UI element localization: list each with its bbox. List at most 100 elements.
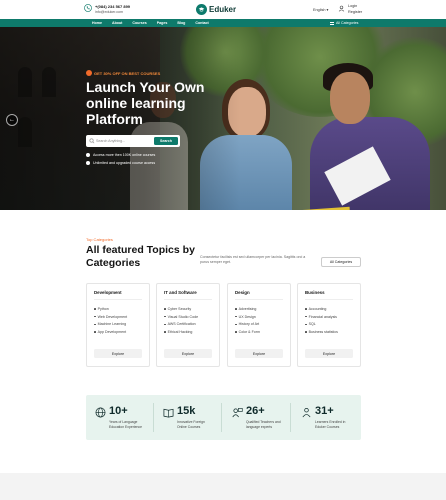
nav-blog[interactable]: Blog — [177, 21, 185, 25]
login-link[interactable]: Login — [348, 4, 357, 8]
stat-label: Eduker Courses — [315, 425, 340, 429]
check-icon — [86, 161, 90, 165]
main-nav: Home About Courses Pages Blog Contact Al… — [0, 19, 446, 27]
list-item-label: Financial analysis — [308, 314, 337, 319]
search-input[interactable]: Search Anything... — [96, 139, 125, 143]
offer-badge: GET 30% OFF ON BEST COURSES — [86, 70, 160, 76]
logo-icon — [196, 4, 207, 15]
register-link[interactable]: Register — [348, 10, 362, 14]
brand-logo[interactable]: Eduker — [196, 4, 236, 15]
bullet-icon — [164, 315, 166, 318]
divider — [164, 299, 212, 300]
list-item-label: Web Development — [97, 314, 128, 319]
nav-about[interactable]: About — [112, 21, 122, 25]
list-item-label: Business statistics — [308, 330, 338, 335]
stat-item: 31+ Learners Enrolled in Eduker Courses — [292, 395, 360, 440]
explore-button[interactable]: Explore — [305, 349, 353, 358]
user-icon — [338, 5, 345, 12]
arrow-left-icon: ← — [9, 117, 15, 123]
brand-name: Eduker — [209, 5, 237, 14]
nav-contact[interactable]: Contact — [195, 21, 208, 25]
stat-label: Learners Enrolled in — [315, 420, 346, 424]
search-icon — [89, 138, 95, 144]
all-categories-button[interactable]: All Categories — [321, 257, 361, 267]
list-item[interactable]: Accounting — [305, 305, 338, 313]
bullet-icon — [305, 323, 307, 326]
stat-label: Innovative Foreign — [177, 420, 205, 424]
explore-button[interactable]: Explore — [94, 349, 142, 358]
list-item[interactable]: Machine Learning — [94, 321, 127, 329]
divider — [235, 299, 283, 300]
card-title: IT and Software — [164, 290, 197, 295]
list-item[interactable]: App Development — [94, 328, 127, 336]
list-item[interactable]: Color & Form — [235, 328, 260, 336]
list-item-label: App Development — [97, 330, 127, 335]
list-item[interactable]: History of Art — [235, 321, 260, 329]
list-item-label: Python — [97, 306, 109, 311]
bullet-icon — [164, 308, 166, 310]
stats-band: 10+ Years of Language Education Experien… — [86, 395, 361, 440]
list-item[interactable]: Business statistics — [305, 328, 338, 336]
teacher-icon — [232, 408, 243, 418]
nav-home[interactable]: Home — [92, 21, 102, 25]
list-item-label: Cyber Security — [167, 306, 192, 311]
category-card-development: Development Python Web Development Machi… — [86, 283, 150, 367]
top-bar: +(084) 234 567 899 info@eduker.com Eduke… — [0, 0, 446, 19]
slider-prev-button[interactable]: ← — [6, 114, 18, 126]
card-title: Development — [94, 290, 122, 295]
bullet-icon — [94, 315, 96, 318]
bullet-icon — [305, 308, 307, 310]
section-title: All featured Topics by Categories — [86, 244, 195, 269]
category-card-design: Design Advertising UX Design History of … — [227, 283, 291, 367]
book-icon — [163, 408, 174, 418]
language-select[interactable]: English ▾ — [313, 7, 328, 12]
stat-value: 15k — [177, 405, 196, 417]
hero-feature: Unlimited and upgraded course access — [86, 161, 155, 165]
list-item[interactable]: SQL — [305, 321, 338, 329]
nav-pages[interactable]: Pages — [157, 21, 168, 25]
bullet-icon — [94, 331, 96, 334]
language-label: English — [313, 8, 326, 12]
list-item[interactable]: UX Design — [235, 313, 260, 321]
list-item-label: UX Design — [238, 314, 256, 319]
list-item[interactable]: Web Development — [94, 313, 127, 321]
nav-courses[interactable]: Courses — [132, 21, 146, 25]
stat-label: Online Courses — [177, 425, 201, 429]
list-item[interactable]: Ethical Hacking — [164, 328, 198, 336]
stat-label: Years of Language — [109, 420, 138, 424]
list-item[interactable]: Cyber Security — [164, 305, 198, 313]
hero-person — [330, 72, 370, 124]
stat-label: Education Experience — [109, 425, 142, 429]
explore-button[interactable]: Explore — [235, 349, 283, 358]
list-item[interactable]: Financial analysis — [305, 313, 338, 321]
all-categories-menu[interactable]: All Categories — [330, 19, 358, 27]
search-button[interactable]: Search — [154, 137, 178, 145]
list-item-label: Color & Form — [238, 330, 260, 335]
all-categories-label: All Categories — [336, 21, 359, 25]
bullet-icon — [235, 308, 237, 310]
stat-item: 15k Innovative Foreign Online Courses — [154, 395, 222, 440]
offer-text: GET 30% OFF ON BEST COURSES — [94, 70, 161, 76]
list-item[interactable]: Python — [94, 305, 127, 313]
explore-button[interactable]: Explore — [164, 349, 212, 358]
stat-label: Qualified Teachers and — [246, 420, 281, 424]
section-description: Consectetur facilisis est sed ullamcorpe… — [200, 255, 306, 265]
menu-icon — [330, 21, 334, 25]
phone-number[interactable]: +(084) 234 567 899 — [95, 4, 130, 9]
list-item[interactable]: AWS Certification — [164, 321, 198, 329]
email-address[interactable]: info@eduker.com — [95, 10, 123, 14]
bullet-icon — [94, 323, 96, 326]
list-item-label: SQL — [308, 322, 316, 327]
stat-item: 10+ Years of Language Education Experien… — [86, 395, 154, 440]
bullet-icon — [235, 315, 237, 318]
category-card-it-software: IT and Software Cyber Security Visual St… — [156, 283, 220, 367]
stat-value: 26+ — [246, 405, 265, 417]
bullet-icon — [94, 308, 96, 310]
list-item[interactable]: Advertising — [235, 305, 260, 313]
hero-feature-text: Access more then 100K online courses — [93, 153, 156, 157]
stat-label: language experts — [246, 425, 273, 429]
category-card-business: Business Accounting Financial analysis S… — [297, 283, 361, 367]
phone-icon — [84, 4, 92, 12]
list-item[interactable]: Visual Studio Code — [164, 313, 198, 321]
hero-feature: Access more then 100K online courses — [86, 153, 155, 157]
